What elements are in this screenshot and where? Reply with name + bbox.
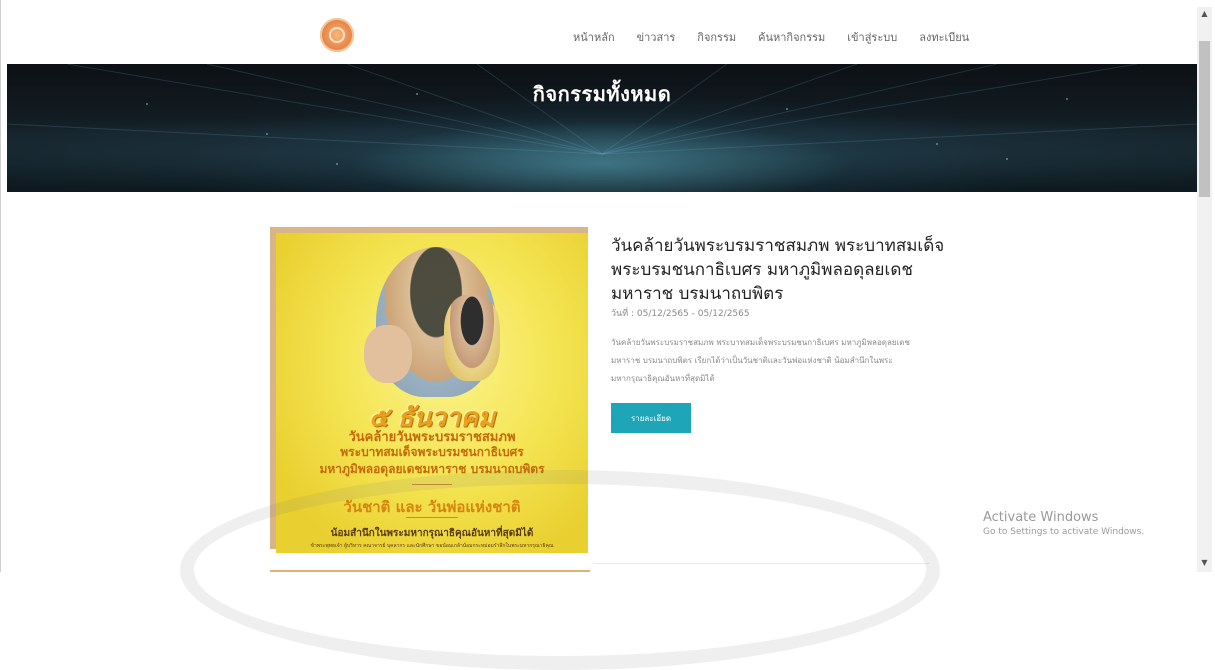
- article-separator: [593, 563, 929, 564]
- scrollbar[interactable]: ▲ ▼: [1197, 7, 1212, 572]
- hero-banner: กิจกรรมทั้งหมด: [7, 64, 1197, 192]
- poster-line-7: ข้าพระพุทธเจ้า ผู้บริหาร คณาจารย์ บุคลาก…: [310, 543, 554, 549]
- scroll-down-arrow-icon[interactable]: ▼: [1197, 556, 1212, 570]
- portrait-hand: [364, 325, 412, 383]
- page-title: กิจกรรมทั้งหมด: [532, 82, 672, 106]
- nav-news[interactable]: ข่าวสาร: [637, 28, 676, 46]
- activate-windows-notice: Activate Windows Go to Settings to activ…: [983, 510, 1144, 537]
- article-title[interactable]: วันคล้ายวันพระบรมราชสมภพ พระบาทสมเด็จพระ…: [611, 234, 951, 306]
- site-logo[interactable]: [320, 18, 354, 52]
- activate-windows-subtitle: Go to Settings to activate Windows.: [983, 527, 1145, 537]
- nav-search-activities[interactable]: ค้นหากิจกรรม: [758, 28, 825, 46]
- portrait-small-figure: [444, 295, 500, 381]
- activity-poster[interactable]: ๕ ธันวาคม วันคล้ายวันพระบรมราชสมภพ พระบา…: [270, 227, 590, 553]
- poster-divider-2: [406, 517, 458, 518]
- poster-divider: [412, 484, 452, 485]
- poster-line-5: วันชาติ และ วันพ่อแห่งชาติ: [343, 498, 521, 516]
- nav-activities[interactable]: กิจกรรม: [697, 28, 736, 46]
- scroll-thumb[interactable]: [1199, 41, 1210, 197]
- nav-home[interactable]: หน้าหลัก: [573, 28, 615, 46]
- poster-image[interactable]: ๕ ธันวาคม วันคล้ายวันพระบรมราชสมภพ พระบา…: [276, 233, 588, 553]
- poster-line-4: มหาภูมิพลอดุลยเดชมหาราช บรมนาถบพิตร: [319, 462, 545, 476]
- nav-login[interactable]: เข้าสู่ระบบ: [847, 28, 897, 46]
- details-button[interactable]: รายละเอียด: [611, 403, 691, 433]
- poster-line-6: น้อมสำนึกในพระมหากรุณาธิคุณอันหาที่สุดมิ…: [330, 528, 534, 539]
- article-date: วันที่ : 05/12/2565 - 05/12/2565: [611, 309, 750, 319]
- nav-links: หน้าหลัก ข่าวสาร กิจกรรม ค้นหากิจกรรม เข…: [573, 28, 991, 46]
- navbar: หน้าหลัก ข่าวสาร กิจกรรม ค้นหากิจกรรม เข…: [7, 7, 1197, 65]
- activate-windows-title: Activate Windows: [983, 510, 1099, 525]
- nav-register[interactable]: ลงทะเบียน: [919, 28, 969, 46]
- article-description: วันคล้ายวันพระบรมราชสมภพ พระบาทสมเด็จพระ…: [611, 338, 910, 383]
- scroll-up-arrow-icon[interactable]: ▲: [1197, 7, 1212, 21]
